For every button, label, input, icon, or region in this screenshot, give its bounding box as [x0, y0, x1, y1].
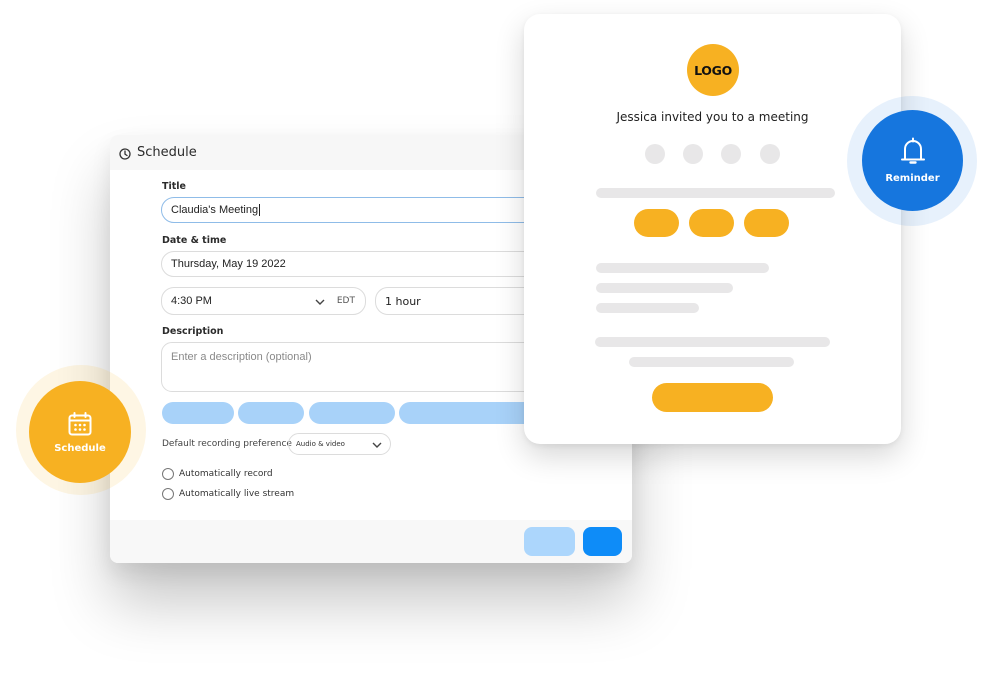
placeholder-pill[interactable] — [162, 402, 234, 424]
secondary-button[interactable] — [524, 527, 575, 556]
invitation-card: LOGO Jessica invited you to a meeting — [524, 14, 901, 444]
calendar-icon — [68, 411, 92, 435]
placeholder-pill[interactable] — [238, 402, 304, 424]
auto-live-stream-radio[interactable] — [162, 488, 174, 500]
title-input-value: Claudia's Meeting — [171, 204, 259, 216]
join-button[interactable] — [652, 383, 773, 412]
text-caret — [259, 204, 261, 216]
clock-icon — [119, 147, 131, 160]
logo: LOGO — [687, 44, 739, 96]
reminder-badge: Reminder — [862, 110, 963, 211]
time-value: 4:30 PM — [171, 295, 212, 307]
primary-button[interactable] — [583, 527, 622, 556]
avatar-placeholder — [645, 144, 665, 164]
chevron-down-icon — [372, 442, 382, 448]
schedule-badge-label: Schedule — [54, 442, 106, 454]
text-placeholder — [596, 283, 733, 293]
option-pill[interactable] — [689, 209, 734, 237]
option-pill[interactable] — [744, 209, 789, 237]
timezone-label: EDT — [336, 296, 355, 306]
text-placeholder — [596, 188, 835, 198]
schedule-badge: Schedule — [29, 381, 131, 483]
option-pill[interactable] — [634, 209, 679, 237]
avatar-placeholder — [683, 144, 703, 164]
placeholder-pill[interactable] — [309, 402, 395, 424]
invitation-message: Jessica invited you to a meeting — [616, 110, 809, 124]
reminder-badge-label: Reminder — [885, 173, 940, 184]
avatar-placeholder — [721, 144, 741, 164]
auto-record-radio[interactable] — [162, 468, 174, 480]
auto-record-option[interactable]: Automatically record — [162, 468, 273, 480]
bell-icon — [900, 137, 925, 164]
recording-preference-select[interactable]: Audio & video — [288, 433, 391, 455]
text-placeholder — [596, 303, 699, 313]
dialog-footer — [110, 520, 632, 563]
text-placeholder — [629, 357, 794, 367]
auto-live-stream-label: Automatically live stream — [179, 489, 295, 499]
schedule-title: Schedule — [137, 145, 197, 160]
auto-live-stream-option[interactable]: Automatically live stream — [162, 488, 294, 500]
date-value: Thursday, May 19 2022 — [171, 258, 286, 270]
text-placeholder — [596, 263, 769, 273]
time-select[interactable]: 4:30 PM EDT — [161, 287, 366, 315]
duration-value: 1 hour — [385, 294, 421, 308]
description-label: Description — [162, 326, 224, 337]
auto-record-label: Automatically record — [179, 469, 273, 479]
datetime-label: Date & time — [162, 235, 227, 246]
chevron-down-icon — [315, 299, 325, 305]
title-label: Title — [162, 181, 186, 192]
text-placeholder — [595, 337, 830, 347]
description-placeholder: Enter a description (optional) — [171, 351, 312, 363]
recording-preference-value: Audio & video — [296, 440, 345, 448]
recording-preference-label: Default recording preference — [162, 439, 292, 449]
avatar-placeholder — [760, 144, 780, 164]
